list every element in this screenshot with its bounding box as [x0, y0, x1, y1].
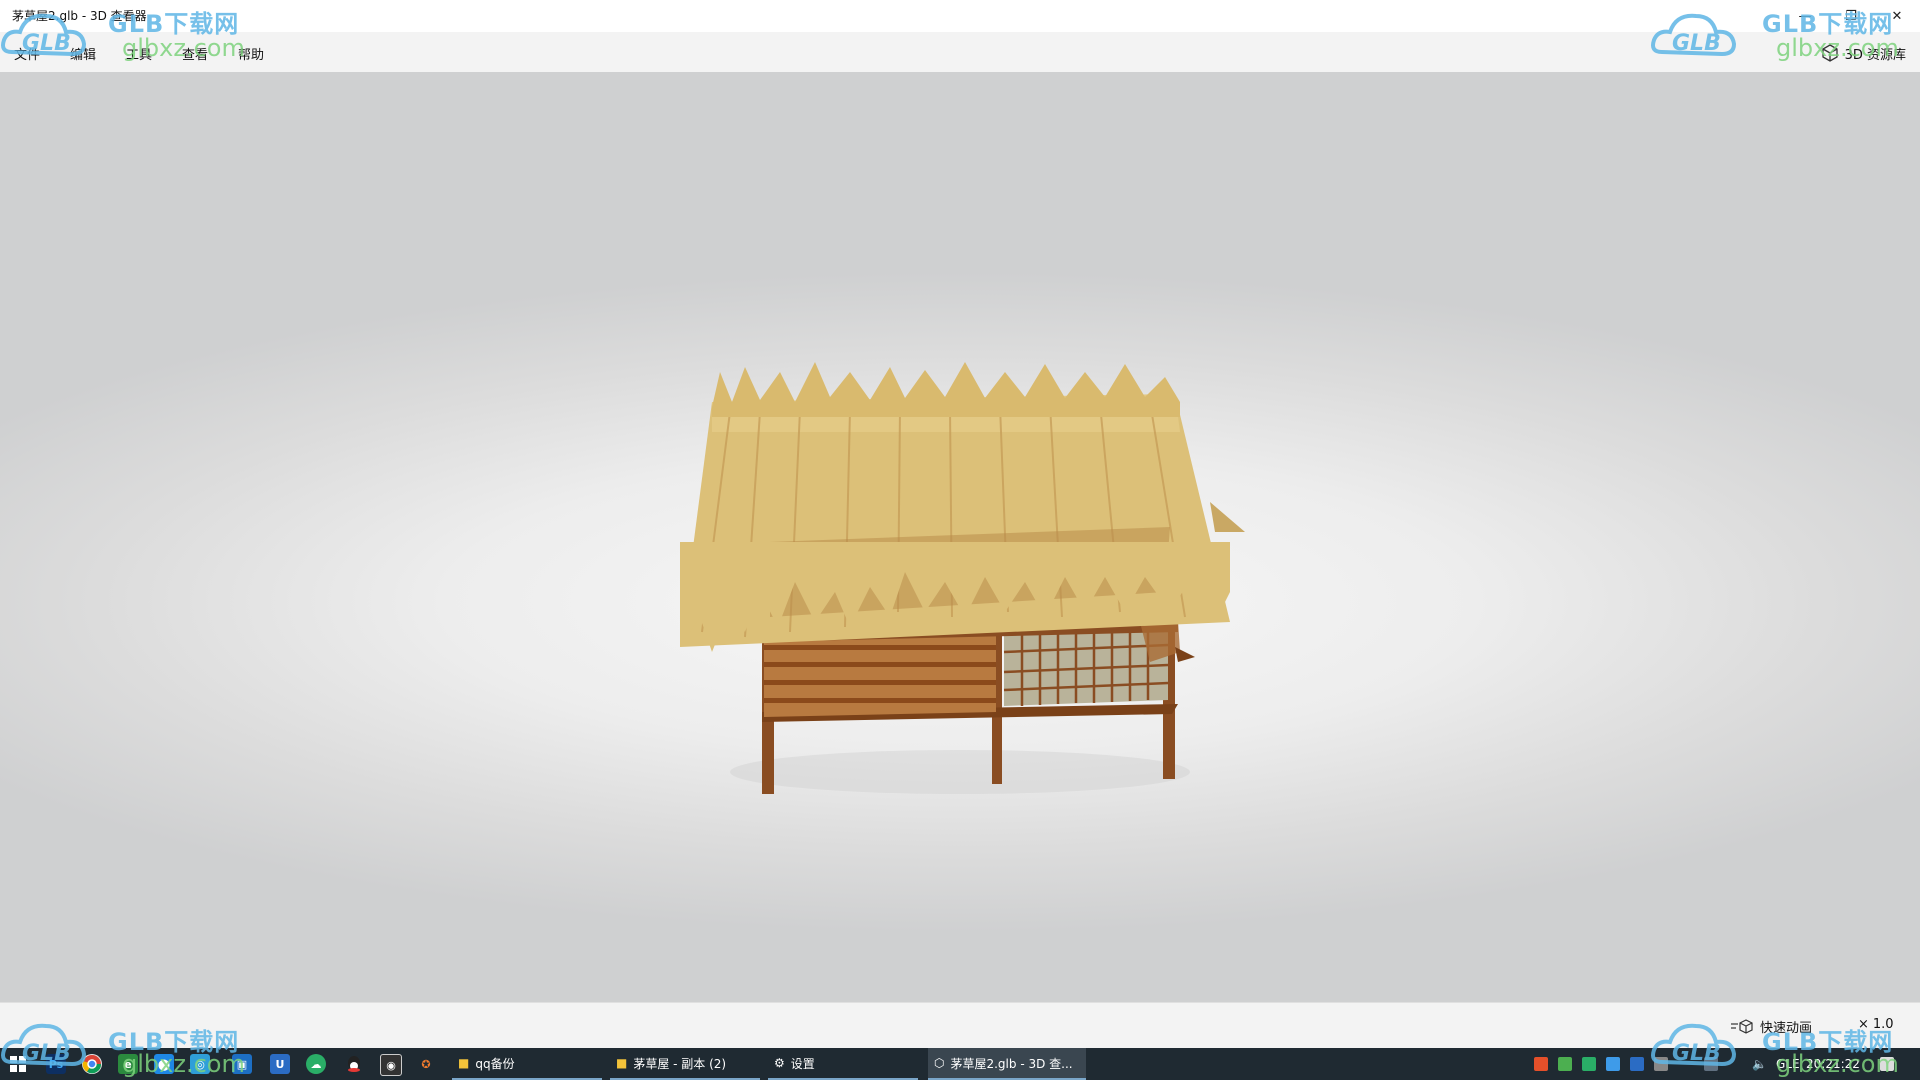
shield-icon[interactable]: U — [270, 1054, 290, 1074]
cloud-logo-icon: GLB — [1651, 1023, 1737, 1067]
tray-app-icon[interactable] — [1534, 1057, 1548, 1071]
watermark-logo-text: GLB — [1672, 1041, 1721, 1066]
blender-icon[interactable]: ✪ — [416, 1054, 436, 1074]
task-hut-copy[interactable]: ■ 茅草屋 - 副本 (2) — [610, 1048, 760, 1080]
watermark-bottom-right: GLB GLB下载网 glbxz.com — [1650, 1010, 1920, 1080]
watermark-url: glbxz.com — [122, 34, 245, 62]
watermark-logo-text: GLB — [22, 31, 71, 56]
animation-bar: 快速动画 × 1.0 — [0, 1002, 1920, 1049]
task-label: 茅草屋2.glb - 3D 查... — [950, 1056, 1073, 1071]
task-settings[interactable]: ⚙ 设置 — [768, 1048, 918, 1080]
tray-app-icon[interactable] — [1606, 1057, 1620, 1071]
task-3d-viewer[interactable]: ⬡ 茅草屋2.glb - 3D 查... — [928, 1048, 1086, 1080]
menu-bar: 文件 编辑 工具 查看 帮助 3D 资源库 — [0, 32, 1920, 73]
title-bar: 茅草屋2.glb - 3D 查看器 — ❐ ✕ — [0, 0, 1920, 32]
qq-icon[interactable] — [344, 1054, 364, 1074]
tray-nvidia-icon[interactable] — [1558, 1057, 1572, 1071]
task-label: 茅草屋 - 副本 (2) — [633, 1056, 727, 1071]
cube-icon: ⬡ — [934, 1056, 945, 1070]
app-icon[interactable]: ◉ — [380, 1054, 402, 1076]
gear-icon: ⚙ — [774, 1056, 785, 1070]
cloud-logo-icon: GLB — [1651, 13, 1737, 57]
watermark-top-left: GLB GLB下载网 glbxz.com — [0, 0, 270, 70]
folder-icon: ■ — [616, 1056, 628, 1070]
task-label: qq备份 — [475, 1056, 515, 1071]
cloud-logo-icon: GLB — [1, 1023, 87, 1067]
wechat-icon[interactable]: ☁ — [306, 1054, 326, 1074]
cloud-logo-icon: GLB — [1, 13, 87, 57]
task-label: 设置 — [790, 1056, 815, 1071]
3d-viewport[interactable] — [0, 72, 1920, 1002]
watermark-url: glbxz.com — [1776, 1050, 1899, 1078]
task-qq-backup[interactable]: ■ qq备份 — [452, 1048, 602, 1080]
taskbar: Ps e ⬤ ◎ ▣ U ☁ ◉ ✪ ■ qq备份 ■ 茅草屋 - 副本 (2)… — [0, 1048, 1920, 1080]
watermark-top-right: GLB GLB下载网 glbxz.com — [1650, 0, 1920, 70]
tray-wechat-icon[interactable] — [1582, 1057, 1596, 1071]
watermark-logo-text: GLB — [1672, 31, 1721, 56]
watermark-bottom-left: GLB GLB下载网 glbxz.com — [0, 1010, 270, 1080]
tray-shield-icon[interactable] — [1630, 1057, 1644, 1071]
watermark-url: glbxz.com — [122, 1050, 245, 1078]
folder-icon: ■ — [458, 1056, 470, 1070]
watermark-url: glbxz.com — [1776, 34, 1899, 62]
thatched-hut-model — [680, 362, 1245, 794]
watermark-logo-text: GLB — [22, 1041, 71, 1066]
